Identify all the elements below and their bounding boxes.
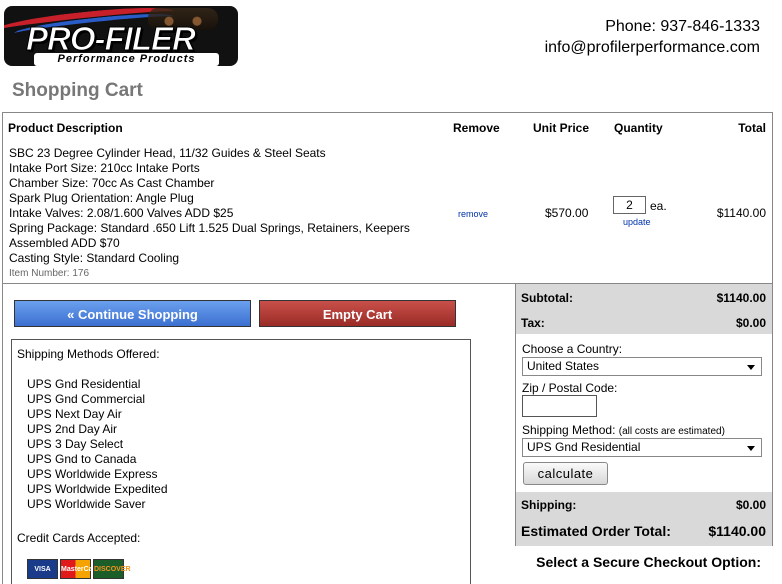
shipping-methods-list: UPS Gnd Residential UPS Gnd Commercial U… (27, 377, 168, 512)
chevron-down-icon (747, 365, 755, 370)
estimated-total-row: Estimated Order Total: $1140.00 (521, 523, 766, 539)
product-line: Spring Package: Standard .650 Lift 1.525… (9, 221, 410, 235)
shipping-method-item: UPS Worldwide Saver (27, 497, 146, 511)
estimated-total-value: $1140.00 (708, 523, 766, 539)
estimated-total-label: Estimated Order Total: (521, 523, 671, 539)
product-line: Spark Plug Orientation: Angle Plug (9, 191, 194, 205)
tax-label: Tax: (521, 316, 545, 330)
product-description: SBC 23 Degree Cylinder Head, 11/32 Guide… (9, 146, 410, 281)
shipping-value: $0.00 (735, 498, 766, 512)
subtotal-value: $1140.00 (716, 291, 766, 305)
zip-input[interactable] (522, 395, 597, 417)
discover-card-icon: DISCOVER (93, 559, 131, 579)
tax-row: Tax: $0.00 (521, 316, 766, 330)
visa-card-icon: VISA (27, 559, 58, 579)
remove-link[interactable]: remove (458, 209, 488, 219)
email-address[interactable]: info@profilerperformance.com (545, 37, 760, 58)
chevron-down-icon (747, 446, 755, 451)
country-label: Choose a Country: (522, 342, 623, 356)
unit-price: $570.00 (545, 206, 589, 220)
country-select-value: United States (527, 359, 600, 373)
product-line: Chamber Size: 70cc As Cast Chamber (9, 176, 215, 190)
update-link[interactable]: update (623, 217, 651, 227)
subtotal-label: Subtotal: (521, 291, 573, 305)
cart-actions-panel: « Continue Shopping Empty Cart Shipping … (2, 284, 516, 584)
product-line: Intake Port Size: 210cc Intake Ports (9, 161, 200, 175)
order-summary: Subtotal: $1140.00 Tax: $0.00 Choose a C… (515, 284, 773, 546)
col-header-remove: Remove (453, 121, 500, 135)
quantity-input[interactable]: 2 (613, 196, 646, 214)
shipping-method-note: (all costs are estimated) (618, 426, 725, 437)
shipping-method-label-text: Shipping Method: (522, 423, 616, 437)
quantity-suffix: ea. (650, 199, 667, 213)
page-title: Shopping Cart (12, 80, 143, 101)
col-header-unit-price: Unit Price (533, 121, 590, 135)
product-line: SBC 23 Degree Cylinder Head, 11/32 Guide… (9, 146, 326, 160)
col-header-description: Product Description (8, 121, 123, 135)
mastercard-icon: MasterCard (60, 559, 100, 579)
shipping-method-item: UPS Gnd to Canada (27, 452, 137, 466)
cart-table: Product Description Remove Unit Price Qu… (2, 112, 773, 284)
col-header-total: Total (738, 121, 766, 135)
tax-value: $0.00 (735, 316, 766, 330)
calculate-button[interactable]: calculate (523, 462, 608, 485)
country-select[interactable]: United States (522, 357, 762, 376)
shipping-method-select[interactable]: UPS Gnd Residential (522, 438, 762, 457)
checkout-options-heading: Select a Secure Checkout Option: (536, 554, 761, 570)
continue-shopping-button[interactable]: « Continue Shopping (14, 300, 251, 327)
shipping-row: Shipping: $0.00 (521, 498, 766, 512)
logo-subtitle: Performance Products (34, 53, 219, 66)
product-line: Casting Style: Standard Cooling (9, 251, 180, 265)
shipping-label: Shipping: (521, 498, 577, 512)
shipping-method-label: Shipping Method: (all costs are estimate… (522, 423, 725, 437)
shipping-methods-title: Shipping Methods Offered: (17, 347, 160, 361)
shipping-method-item: UPS Gnd Residential (27, 377, 141, 391)
shipping-method-select-value: UPS Gnd Residential (527, 440, 641, 454)
item-number: Item Number: 176 (9, 268, 90, 279)
shipping-method-item: UPS Gnd Commercial (27, 392, 146, 406)
subtotal-row: Subtotal: $1140.00 (521, 291, 766, 305)
shipping-method-item: UPS 2nd Day Air (27, 422, 118, 436)
col-header-quantity: Quantity (614, 121, 663, 135)
contact-info: Phone: 937-846-1333 info@profilerperform… (545, 16, 760, 58)
shipping-method-item: UPS Worldwide Express (27, 467, 158, 481)
shipping-method-item: UPS Next Day Air (27, 407, 122, 421)
credit-cards-title: Credit Cards Accepted: (17, 531, 141, 545)
line-total: $1140.00 (716, 206, 766, 220)
shipping-estimator: Choose a Country: United States Zip / Po… (516, 334, 772, 492)
empty-cart-button[interactable]: Empty Cart (259, 300, 456, 327)
zip-label: Zip / Postal Code: (522, 381, 618, 395)
shipping-method-item: UPS 3 Day Select (27, 437, 124, 451)
credit-card-logos: VISA MasterCard DISCOVER (27, 559, 131, 579)
product-line: Assembled ADD $70 (9, 236, 120, 250)
site-logo[interactable]: PRO-FILER Performance Products (4, 6, 238, 66)
product-line: Intake Valves: 2.08/1.600 Valves ADD $25 (9, 206, 234, 220)
phone-number: Phone: 937-846-1333 (605, 18, 760, 35)
shipping-info-box: Shipping Methods Offered: UPS Gnd Reside… (11, 339, 471, 584)
shipping-method-item: UPS Worldwide Expedited (27, 482, 168, 496)
